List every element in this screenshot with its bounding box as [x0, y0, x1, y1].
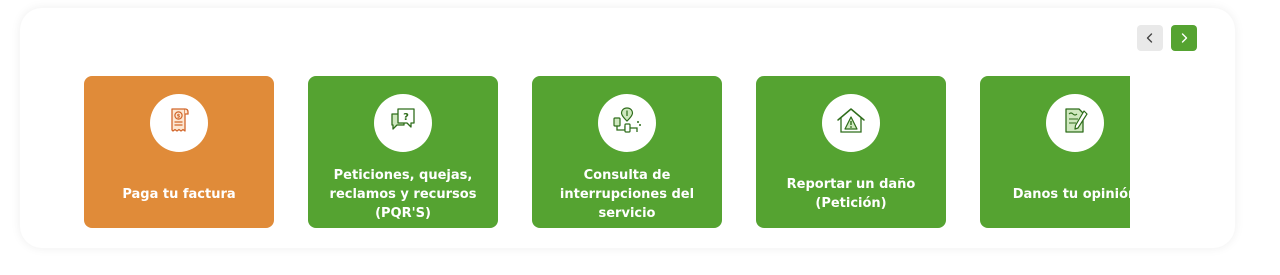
card-pqrs[interactable]: ? Peticiones, quejas, reclamos y recurso…: [308, 76, 498, 228]
card-pay-bill[interactable]: $ Paga tu factura: [84, 76, 274, 228]
card-label: Consulta de interrupciones del servicio: [559, 167, 695, 221]
card-label: Paga tu factura: [122, 186, 236, 202]
pipe-interruption-icon: [610, 105, 644, 141]
house-warning-icon: [834, 105, 868, 141]
svg-text:?: ?: [403, 112, 409, 123]
card-report-damage[interactable]: Reportar un daño (Petición): [756, 76, 946, 228]
card-label: Reportar un daño (Petición): [786, 177, 916, 211]
question-chat-icon: ?: [386, 105, 420, 141]
document-pen-icon: [1058, 105, 1092, 141]
carousel-next-button[interactable]: [1171, 25, 1197, 51]
card-feedback[interactable]: Danos tu opinión: [980, 76, 1130, 228]
bill-icon: $: [163, 105, 195, 141]
card-icon-circle: [1046, 94, 1104, 152]
card-icon-circle: ?: [374, 94, 432, 152]
card-service-interruptions[interactable]: Consulta de interrupciones del servicio: [532, 76, 722, 228]
card-label: Peticiones, quejas, reclamos y recursos …: [329, 167, 477, 221]
card-icon-circle: [598, 94, 656, 152]
card-label: Danos tu opinión: [1012, 186, 1130, 202]
chevron-left-icon: [1144, 29, 1156, 48]
carousel-track: $ Paga tu factura ? Peticiones, quejas, …: [84, 76, 1130, 236]
services-panel: $ Paga tu factura ? Peticiones, quejas, …: [20, 8, 1235, 248]
chevron-right-icon: [1178, 29, 1190, 48]
carousel-prev-button[interactable]: [1137, 25, 1163, 51]
card-icon-circle: $: [150, 94, 208, 152]
svg-text:$: $: [177, 114, 181, 120]
card-icon-circle: [822, 94, 880, 152]
